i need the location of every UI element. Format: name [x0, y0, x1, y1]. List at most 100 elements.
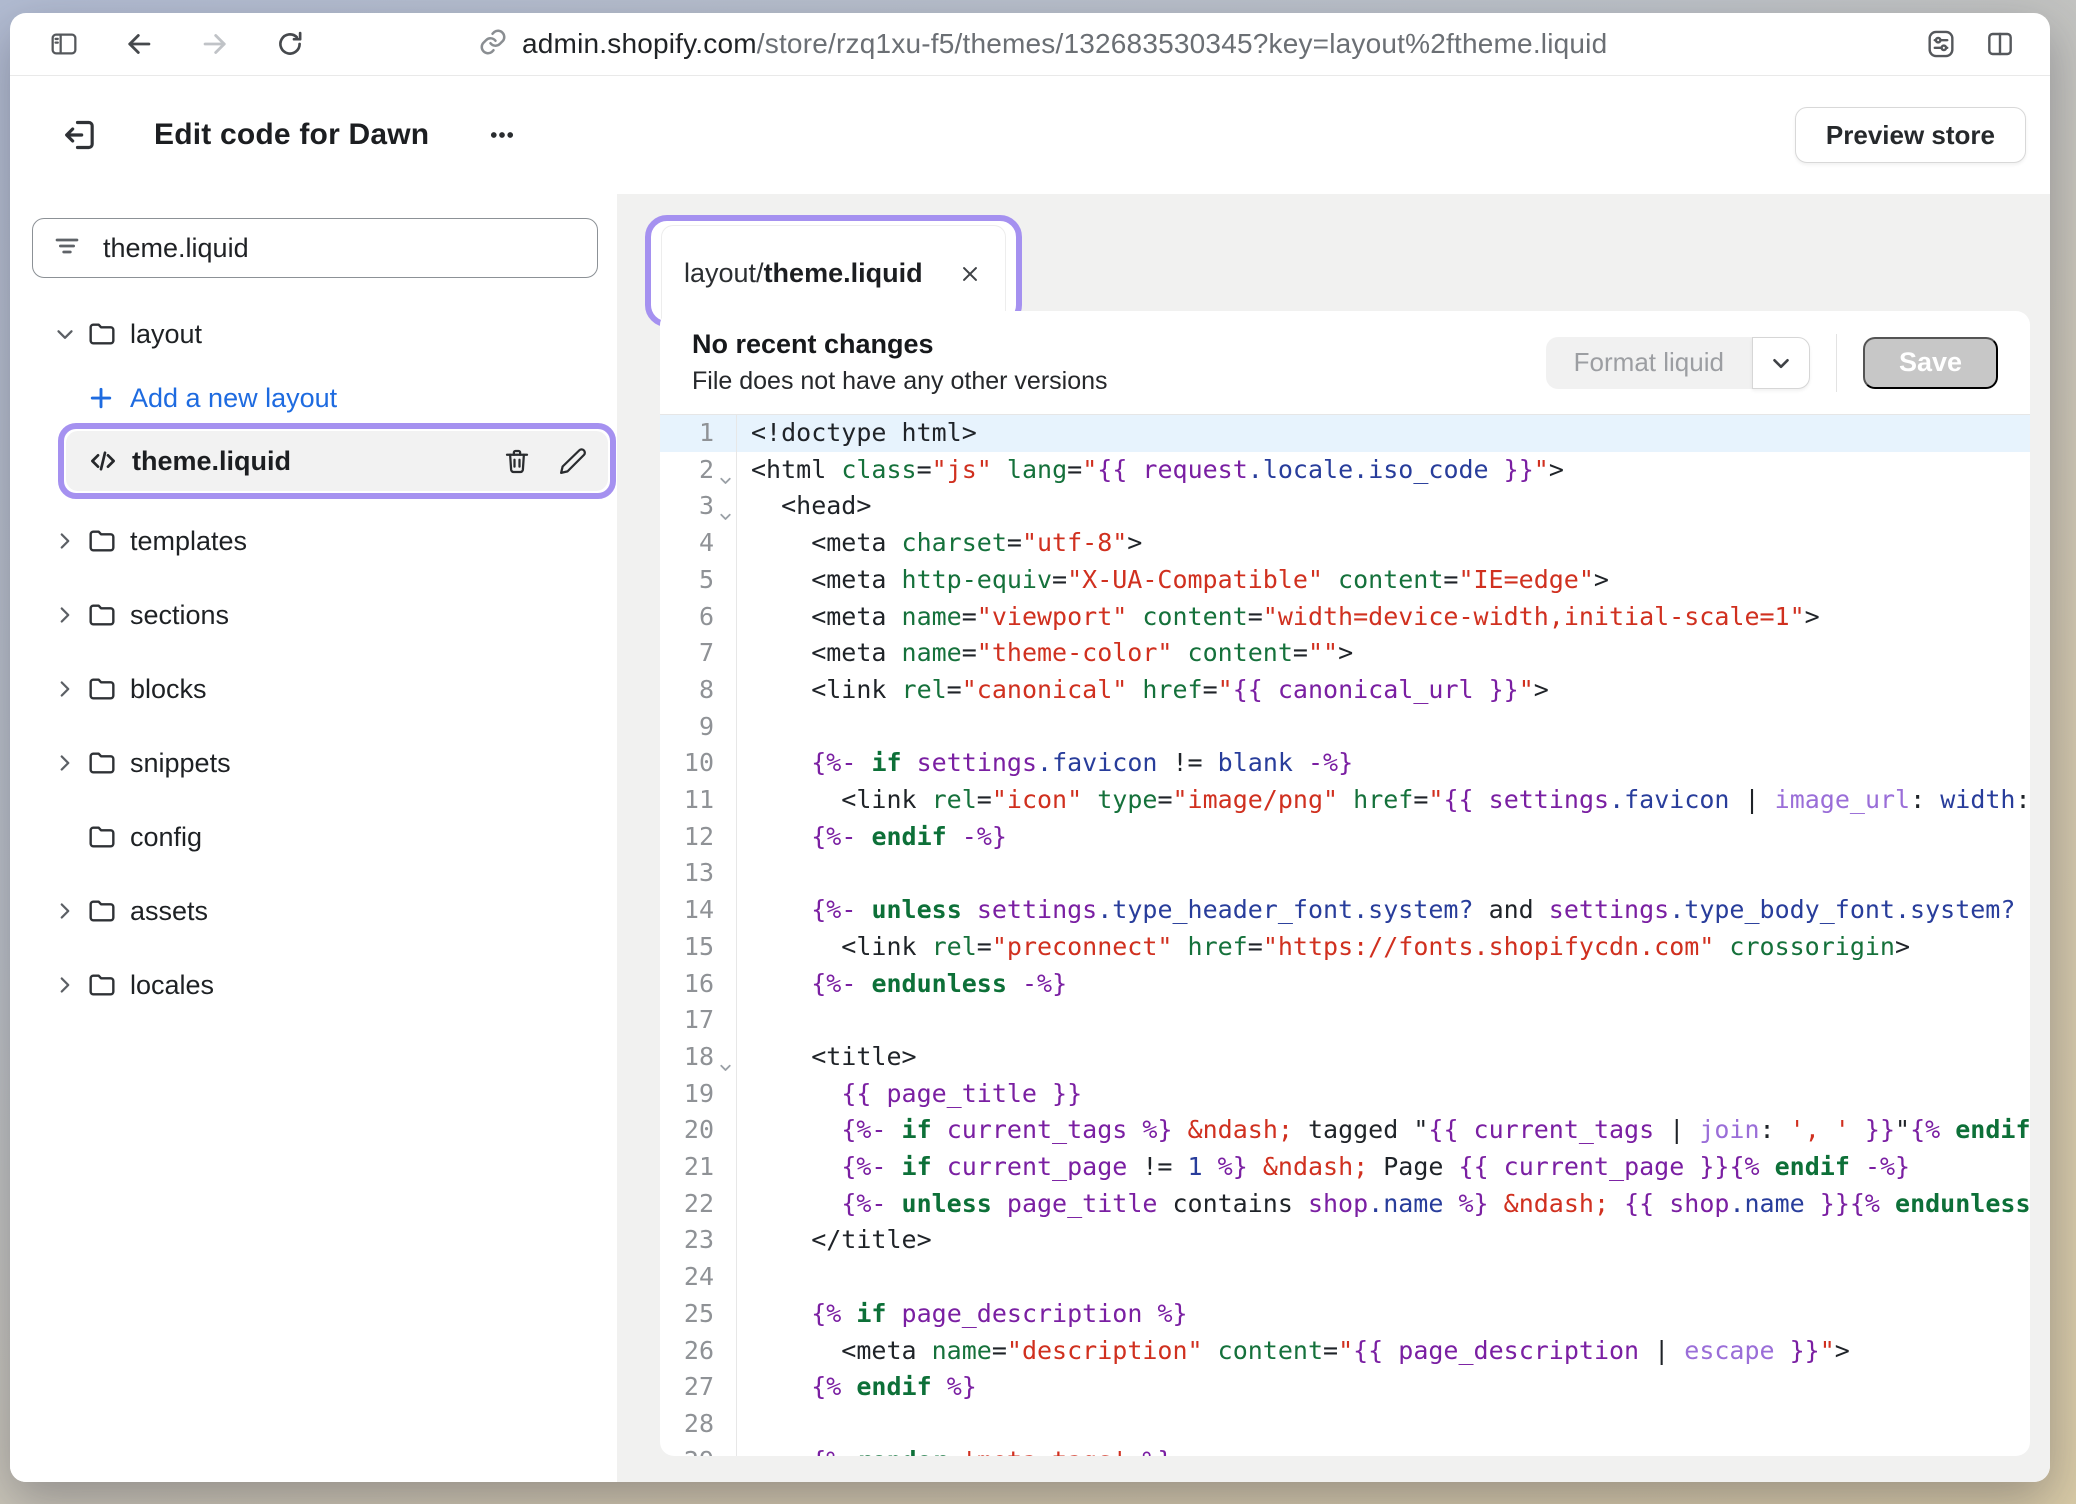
save-button[interactable]: Save: [1863, 337, 1998, 389]
sidebar-item-sections[interactable]: sections: [10, 583, 617, 647]
line-number: 19: [660, 1076, 737, 1113]
code-line-14[interactable]: 14 {%- unless settings.type_header_font.…: [660, 892, 2030, 929]
back-icon[interactable]: [122, 27, 156, 61]
code-line-10[interactable]: 10 {%- if settings.favicon != blank -%}: [660, 745, 2030, 782]
line-number[interactable]: 18: [660, 1039, 737, 1076]
line-number: 10: [660, 745, 737, 782]
add-layout-action[interactable]: Add a new layout: [10, 366, 617, 430]
reload-icon[interactable]: [274, 28, 306, 60]
code-line-22[interactable]: 22 {%- unless page_title contains shop.n…: [660, 1186, 2030, 1223]
chevron-right-icon[interactable]: [52, 972, 86, 998]
tab-theme-liquid[interactable]: layout/theme.liquid: [661, 225, 1006, 321]
search-input[interactable]: [101, 232, 579, 265]
line-number: 7: [660, 635, 737, 672]
line-number: 4: [660, 525, 737, 562]
page-settings-icon[interactable]: [1924, 27, 1958, 61]
code-text: <meta http-equiv="X-UA-Compatible" conte…: [737, 562, 2030, 599]
code-text: {%- endif -%}: [737, 819, 2030, 856]
code-text: [737, 709, 2030, 746]
sidebar-item-layout[interactable]: layout: [10, 302, 617, 366]
code-line-27[interactable]: 27 {% endif %}: [660, 1369, 2030, 1406]
tree-item-label: Add a new layout: [130, 383, 337, 414]
tree-item-label: config: [130, 822, 202, 853]
selected-file-highlight-ring: theme.liquid: [58, 423, 616, 499]
code-line-28[interactable]: 28: [660, 1406, 2030, 1443]
code-line-9[interactable]: 9: [660, 709, 2030, 746]
more-actions-icon[interactable]: [485, 118, 519, 152]
tree-item-label: sections: [130, 600, 229, 631]
delete-file-icon[interactable]: [502, 446, 532, 476]
code-text: <meta name="theme-color" content="">: [737, 635, 2030, 672]
code-line-24[interactable]: 24: [660, 1259, 2030, 1296]
code-line-2[interactable]: 2<html class="js" lang="{{ request.local…: [660, 452, 2030, 489]
rename-file-icon[interactable]: [558, 446, 588, 476]
code-text: <link rel="canonical" href="{{ canonical…: [737, 672, 2030, 709]
code-line-21[interactable]: 21 {%- if current_page != 1 %} &ndash; P…: [660, 1149, 2030, 1186]
code-line-20[interactable]: 20 {%- if current_tags %} &ndash; tagged…: [660, 1112, 2030, 1149]
sidebar-item-theme-liquid[interactable]: theme.liquid: [66, 431, 608, 491]
line-number: 9: [660, 709, 737, 746]
code-text: {%- if current_page != 1 %} &ndash; Page…: [737, 1149, 2030, 1186]
code-lines[interactable]: 1<!doctype html>2<html class="js" lang="…: [660, 415, 2030, 1456]
code-text: [737, 1406, 2030, 1443]
line-number: 15: [660, 929, 737, 966]
chevron-right-icon[interactable]: [52, 676, 86, 702]
sidebar-item-assets[interactable]: assets: [10, 879, 617, 943]
line-number: 8: [660, 672, 737, 709]
format-liquid-dropdown[interactable]: [1752, 337, 1810, 389]
app-body: layout Add a new layout theme.liquid templa…: [10, 194, 2050, 1482]
code-text: {% endif %}: [737, 1369, 2030, 1406]
line-number: 13: [660, 855, 737, 892]
code-line-17[interactable]: 17: [660, 1002, 2030, 1039]
code-text: <meta charset="utf-8">: [737, 525, 2030, 562]
code-line-4[interactable]: 4 <meta charset="utf-8">: [660, 525, 2030, 562]
code-line-29[interactable]: 29 {% render 'meta-tags' %}: [660, 1443, 2030, 1456]
code-text: [737, 1002, 2030, 1039]
folder-icon: [86, 318, 130, 350]
chevron-right-icon[interactable]: [52, 528, 86, 554]
code-line-15[interactable]: 15 <link rel="preconnect" href="https://…: [660, 929, 2030, 966]
code-line-23[interactable]: 23 </title>: [660, 1222, 2030, 1259]
code-line-25[interactable]: 25 {% if page_description %}: [660, 1296, 2030, 1333]
code-line-8[interactable]: 8 <link rel="canonical" href="{{ canonic…: [660, 672, 2030, 709]
chevron-right-icon[interactable]: [52, 898, 86, 924]
sidebar-item-config[interactable]: config: [10, 805, 617, 869]
code-line-19[interactable]: 19 {{ page_title }}: [660, 1076, 2030, 1113]
code-line-7[interactable]: 7 <meta name="theme-color" content="">: [660, 635, 2030, 672]
code-line-3[interactable]: 3 <head>: [660, 488, 2030, 525]
file-search-box[interactable]: [32, 218, 598, 278]
code-text: <head>: [737, 488, 2030, 525]
chevron-down-icon[interactable]: [52, 321, 86, 347]
code-line-11[interactable]: 11 <link rel="icon" type="image/png" hre…: [660, 782, 2030, 819]
tab-close-icon[interactable]: [957, 261, 983, 287]
code-line-1[interactable]: 1<!doctype html>: [660, 415, 2030, 452]
format-liquid-button[interactable]: Format liquid: [1546, 337, 1752, 389]
code-line-18[interactable]: 18 <title>: [660, 1039, 2030, 1076]
forward-icon[interactable]: [198, 27, 232, 61]
sidebar-toggle-icon[interactable]: [48, 28, 80, 60]
chevron-right-icon[interactable]: [52, 602, 86, 628]
line-number[interactable]: 2: [660, 452, 737, 489]
chevron-right-icon[interactable]: [52, 750, 86, 776]
sidebar-item-snippets[interactable]: snippets: [10, 731, 617, 795]
address-bar[interactable]: admin.shopify.com/store/rzq1xu-f5/themes…: [478, 13, 1607, 75]
split-view-icon[interactable]: [1984, 28, 2016, 60]
code-line-13[interactable]: 13: [660, 855, 2030, 892]
preview-store-button[interactable]: Preview store: [1795, 107, 2026, 163]
browser-toolbar: admin.shopify.com/store/rzq1xu-f5/themes…: [10, 13, 2050, 76]
line-number[interactable]: 3: [660, 488, 737, 525]
status-subtitle: File does not have any other versions: [692, 367, 1108, 396]
code-line-16[interactable]: 16 {%- endunless -%}: [660, 966, 2030, 1003]
code-line-5[interactable]: 5 <meta http-equiv="X-UA-Compatible" con…: [660, 562, 2030, 599]
code-line-26[interactable]: 26 <meta name="description" content="{{ …: [660, 1333, 2030, 1370]
exit-icon[interactable]: [60, 115, 100, 155]
line-number: 28: [660, 1406, 737, 1443]
code-line-12[interactable]: 12 {%- endif -%}: [660, 819, 2030, 856]
code-text: [737, 855, 2030, 892]
line-number: 26: [660, 1333, 737, 1370]
sidebar-item-blocks[interactable]: blocks: [10, 657, 617, 721]
sidebar-item-locales[interactable]: locales: [10, 953, 617, 1017]
sidebar-item-templates[interactable]: templates: [10, 509, 617, 573]
code-line-6[interactable]: 6 <meta name="viewport" content="width=d…: [660, 599, 2030, 636]
tree-item-label: assets: [130, 896, 208, 927]
